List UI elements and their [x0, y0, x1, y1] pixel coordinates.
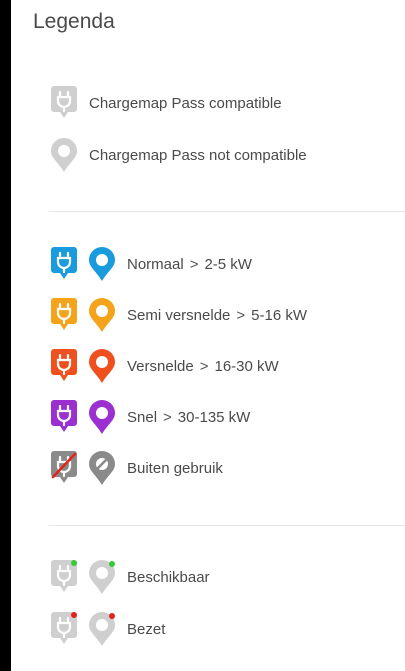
power-range: 30-135 kW	[177, 408, 251, 426]
plug-pin-icon	[51, 247, 77, 279]
power-name: Buiten gebruik	[127, 459, 223, 477]
chevron-right-icon: >	[189, 255, 199, 273]
circle-pin-icon	[89, 247, 115, 281]
chevron-right-icon: >	[199, 357, 209, 375]
plug-out-of-service-icon	[51, 451, 77, 483]
section-divider	[49, 525, 405, 526]
window-left-edge	[0, 0, 11, 671]
power-row-versnelde: Versnelde > 16-30 kW	[51, 349, 279, 383]
circle-pin-icon	[89, 298, 115, 332]
plug-available-icon	[51, 560, 77, 592]
compat-label: Chargemap Pass not compatible	[89, 146, 307, 164]
power-name: Semi versnelde	[127, 306, 231, 324]
power-label: Buiten gebruik	[127, 460, 223, 477]
power-label: Semi versnelde > 5-16 kW	[127, 307, 307, 324]
plug-busy-icon	[51, 612, 77, 644]
legend-panel: Legenda Chargemap Pass compatible Charge…	[11, 0, 405, 671]
legend-title: Legenda	[33, 10, 115, 33]
chevron-right-icon: >	[236, 306, 246, 324]
circle-available-icon	[89, 560, 115, 594]
power-label: Normaal > 2-5 kW	[127, 256, 252, 273]
power-row-semi-versnelde: Semi versnelde > 5-16 kW	[51, 298, 307, 332]
power-label: Versnelde > 16-30 kW	[127, 358, 279, 375]
chevron-right-icon: >	[163, 408, 172, 426]
circle-out-of-service-icon	[89, 451, 115, 485]
status-row-beschikbaar: Beschikbaar	[51, 560, 210, 594]
compat-label: Chargemap Pass compatible	[89, 94, 282, 112]
circle-busy-icon	[89, 612, 115, 646]
power-row-buiten-gebruik: Buiten gebruik	[51, 451, 223, 485]
power-name: Snel	[127, 408, 158, 426]
status-label: Bezet	[127, 620, 166, 638]
plug-pin-icon	[51, 349, 77, 381]
plug-pin-icon	[51, 298, 77, 330]
circle-pin-icon	[51, 138, 77, 172]
power-range: 16-30 kW	[214, 357, 279, 375]
status-row-bezet: Bezet	[51, 612, 165, 646]
power-row-normaal: Normaal > 2-5 kW	[51, 247, 252, 281]
plug-pin-icon	[51, 86, 77, 118]
power-name: Versnelde	[127, 357, 194, 375]
power-label: Snel > 30-135 kW	[127, 409, 250, 426]
compat-row-not-compatible: Chargemap Pass not compatible	[51, 138, 307, 172]
legend-window: Legenda Chargemap Pass compatible Charge…	[0, 0, 405, 671]
power-range: 2-5 kW	[204, 255, 252, 273]
power-name: Normaal	[127, 255, 184, 273]
compat-row-compatible: Chargemap Pass compatible	[51, 86, 282, 120]
section-divider	[49, 211, 405, 212]
circle-pin-icon	[89, 349, 115, 383]
power-range: 5-16 kW	[251, 306, 308, 324]
power-row-snel: Snel > 30-135 kW	[51, 400, 250, 434]
status-label: Beschikbaar	[127, 568, 210, 586]
plug-pin-icon	[51, 400, 77, 432]
circle-pin-icon	[89, 400, 115, 434]
